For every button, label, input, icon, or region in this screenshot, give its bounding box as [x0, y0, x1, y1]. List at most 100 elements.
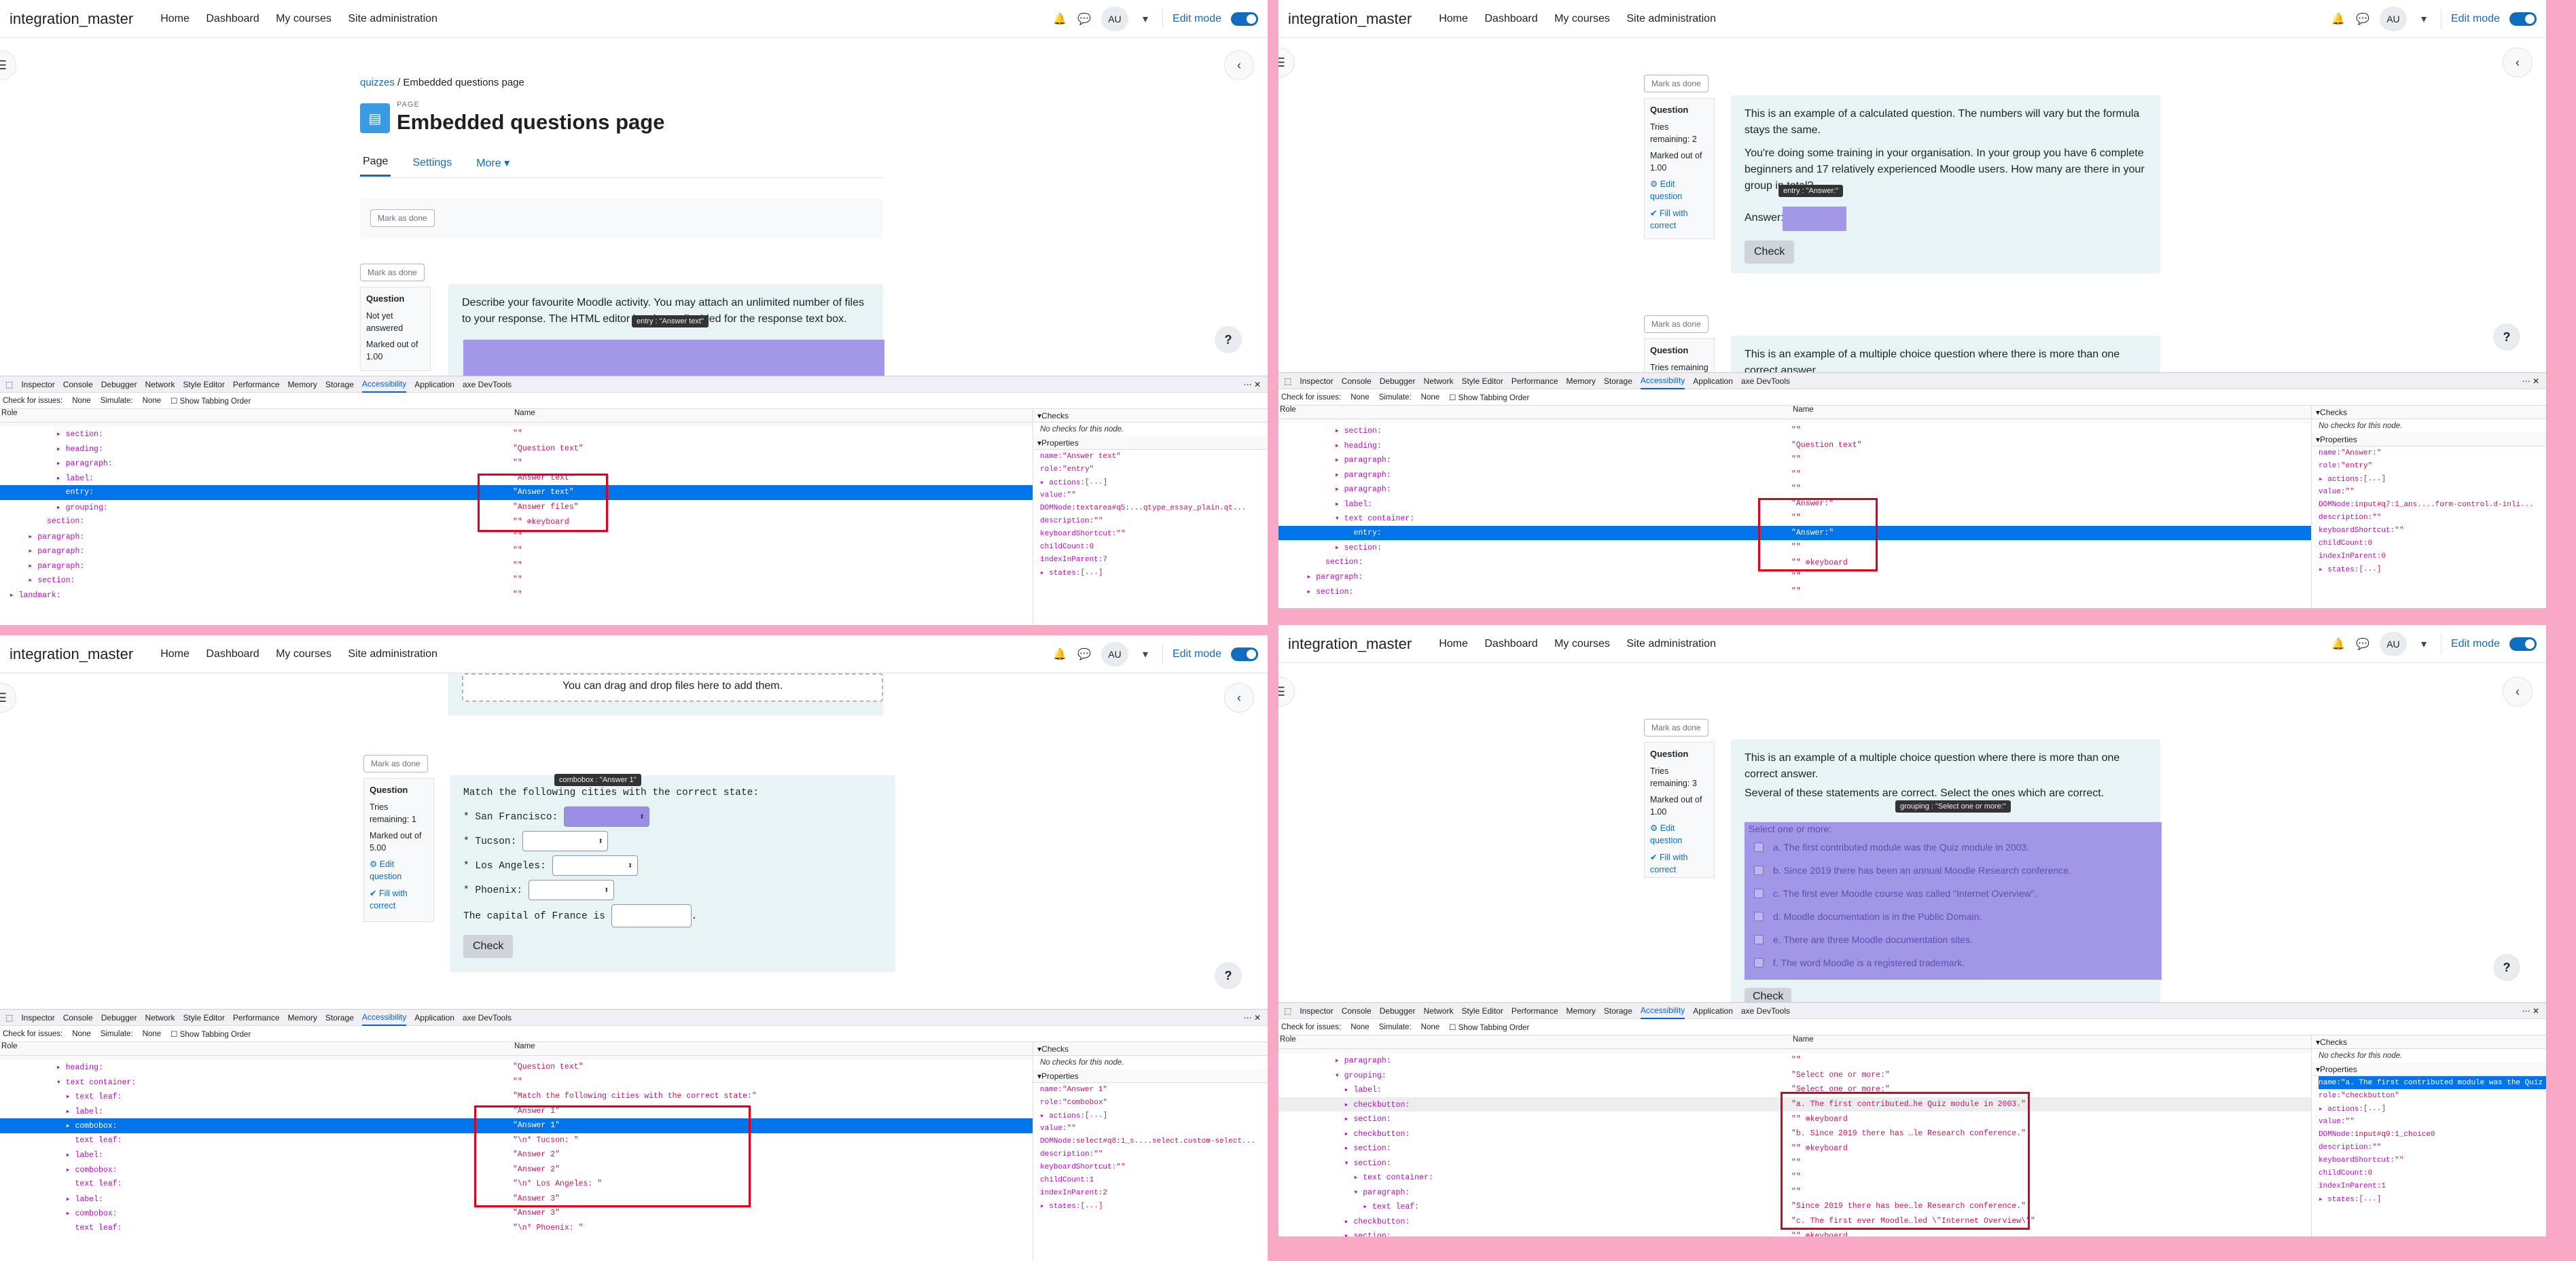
capital-input[interactable]	[611, 904, 692, 927]
site-brand[interactable]: integration_master	[10, 10, 133, 28]
tab-application[interactable]: Application	[1693, 1006, 1733, 1016]
block-drawer-toggle[interactable]: ‹	[2503, 48, 2533, 77]
chevron-down-icon[interactable]: ▾	[1138, 12, 1153, 26]
property-row[interactable]: DOMNode: input#q7:1_ans....form-control.…	[2319, 498, 2546, 511]
tree-row[interactable]: ▸ paragraph: ""	[1278, 467, 2311, 482]
property-row[interactable]: indexInParent: 0	[2319, 550, 2546, 563]
fill-correct-link[interactable]: ✔ Fill with correct	[370, 887, 428, 912]
site-brand[interactable]: integration_master	[10, 645, 133, 663]
tab-debugger[interactable]: Debugger	[1380, 1006, 1416, 1016]
property-row[interactable]: indexInParent: 1	[2319, 1179, 2546, 1192]
edit-mode-toggle[interactable]	[1231, 647, 1258, 661]
tree-row[interactable]: ▸ heading: "Question text"	[1278, 438, 2311, 453]
tab-storage[interactable]: Storage	[325, 380, 354, 389]
more-options-icon[interactable]: ⋯ ✕	[2522, 376, 2539, 386]
tab-inspector[interactable]: Inspector	[21, 1013, 54, 1023]
course-index-toggle[interactable]: ☰	[0, 683, 16, 713]
help-button[interactable]: ?	[1215, 326, 1242, 353]
help-button[interactable]: ?	[1215, 962, 1242, 989]
tab-settings[interactable]: Settings	[410, 150, 454, 176]
check-button[interactable]: Check	[463, 935, 514, 958]
devtools-pick-icon[interactable]: ⬚	[5, 1013, 13, 1023]
tab-console[interactable]: Console	[63, 1013, 93, 1023]
property-row[interactable]: description: ""	[1040, 514, 1268, 527]
devtools-pick-icon[interactable]: ⬚	[5, 380, 13, 389]
nav-site-admin[interactable]: Site administration	[1626, 13, 1716, 24]
tab-accessibility[interactable]: Accessibility	[1640, 1003, 1685, 1019]
checkbox[interactable]	[1754, 842, 1764, 852]
checkbox[interactable]	[1754, 866, 1764, 875]
avatar[interactable]: AU	[1101, 6, 1128, 31]
property-row[interactable]: role: "combobox"	[1040, 1096, 1268, 1109]
checkbox[interactable]	[1754, 889, 1764, 898]
help-button[interactable]: ?	[2493, 954, 2520, 981]
tab-storage[interactable]: Storage	[1604, 1006, 1632, 1016]
more-options-icon[interactable]: ⋯ ✕	[1244, 1013, 1261, 1023]
answer-input[interactable]	[1783, 207, 1846, 231]
nav-site-admin[interactable]: Site administration	[1626, 638, 1716, 650]
tab-axe-devtools[interactable]: axe DevTools	[463, 380, 512, 389]
checkbox[interactable]	[1754, 958, 1764, 967]
tab-page[interactable]: Page	[360, 149, 391, 177]
question-mark-done-button[interactable]: Mark as done	[360, 264, 425, 281]
nav-home[interactable]: Home	[160, 13, 190, 24]
tab-application[interactable]: Application	[414, 1013, 454, 1023]
checkbox[interactable]	[1754, 912, 1764, 921]
property-row[interactable]: value: ""	[2319, 1115, 2546, 1128]
tree-row[interactable]: ▸ paragraph: ""	[0, 456, 1033, 471]
chevron-down-icon[interactable]: ▾	[2416, 12, 2431, 26]
property-row[interactable]: indexInParent: 2	[1040, 1186, 1268, 1199]
property-row[interactable]: childCount: 0	[1040, 540, 1268, 553]
property-row[interactable]: keyboardShortcut: ""	[1040, 527, 1268, 540]
chat-icon[interactable]: 💬	[2355, 637, 2370, 652]
nav-my-courses[interactable]: My courses	[276, 13, 332, 24]
option-c[interactable]: c. The first ever Moodle course was call…	[1745, 882, 2162, 905]
property-row[interactable]: role: "entry"	[1040, 463, 1268, 476]
tree-row[interactable]: ▸ paragraph: ""	[1278, 452, 2311, 467]
edit-mode-toggle[interactable]	[1231, 12, 1258, 26]
tab-network[interactable]: Network	[145, 1013, 175, 1023]
nav-dashboard[interactable]: Dashboard	[1484, 13, 1537, 24]
edit-question-link[interactable]: ⚙ Edit question	[1650, 178, 1709, 202]
option-f[interactable]: f. The word Moodle is a registered trade…	[1745, 951, 2162, 974]
tree-row[interactable]: ▸ text leaf: "Match the following cities …	[0, 1089, 1033, 1104]
tab-style-editor[interactable]: Style Editor	[1461, 376, 1503, 386]
more-options-icon[interactable]: ⋯ ✕	[2522, 1006, 2539, 1016]
block-drawer-toggle[interactable]: ‹	[1224, 683, 1254, 713]
chat-icon[interactable]: 💬	[1077, 12, 1092, 26]
tree-row[interactable]: text leaf: "\n* Phoenix: "	[0, 1221, 1033, 1236]
property-row[interactable]: name: "Answer:"	[2319, 446, 2546, 459]
tab-performance[interactable]: Performance	[233, 380, 280, 389]
tab-console[interactable]: Console	[1342, 1006, 1372, 1016]
avatar[interactable]: AU	[2379, 631, 2407, 656]
property-row[interactable]: value: ""	[1040, 489, 1268, 501]
devtools-pick-icon[interactable]: ⬚	[1284, 376, 1291, 386]
devtools-pick-icon[interactable]: ⬚	[1284, 1006, 1291, 1016]
nav-site-admin[interactable]: Site administration	[348, 648, 437, 660]
nav-home[interactable]: Home	[1439, 13, 1468, 24]
property-row[interactable]: ▸ states: [...]	[2319, 1192, 2546, 1205]
tab-inspector[interactable]: Inspector	[21, 380, 54, 389]
course-index-toggle[interactable]: ☰	[1278, 48, 1295, 77]
tab-accessibility[interactable]: Accessibility	[361, 376, 407, 393]
edit-mode-toggle[interactable]	[2509, 637, 2537, 651]
fill-correct-link[interactable]: ✔ Fill with correct	[1650, 851, 1709, 876]
tree-row[interactable]: ▸ heading: "Question text"	[0, 1060, 1033, 1075]
tree-row[interactable]: ▸ heading: "Question text"	[0, 442, 1033, 457]
tree-row[interactable]: ▸ paragraph: ""	[1278, 569, 2311, 584]
mark-as-done-button[interactable]: Mark as done	[363, 755, 428, 772]
tab-network[interactable]: Network	[145, 380, 175, 389]
tabbing-order-checkbox[interactable]: ☐ Show Tabbing Order	[171, 396, 251, 406]
tree-row[interactable]: ▸ paragraph: ""	[0, 558, 1033, 573]
tab-debugger[interactable]: Debugger	[101, 1013, 137, 1023]
property-row[interactable]: name: "a. The first contributed module w…	[2319, 1076, 2546, 1089]
tab-memory[interactable]: Memory	[288, 1013, 317, 1023]
tree-row[interactable]: ▸ combobox: "Answer 3"	[0, 1206, 1033, 1221]
tab-debugger[interactable]: Debugger	[101, 380, 137, 389]
avatar[interactable]: AU	[1101, 641, 1128, 667]
answer-1-select[interactable]	[563, 806, 649, 827]
option-b[interactable]: b. Since 2019 there has been an annual M…	[1745, 859, 2162, 882]
nav-my-courses[interactable]: My courses	[1554, 13, 1610, 24]
property-row[interactable]: role: "entry"	[2319, 459, 2546, 472]
property-row[interactable]: value: ""	[2319, 485, 2546, 498]
